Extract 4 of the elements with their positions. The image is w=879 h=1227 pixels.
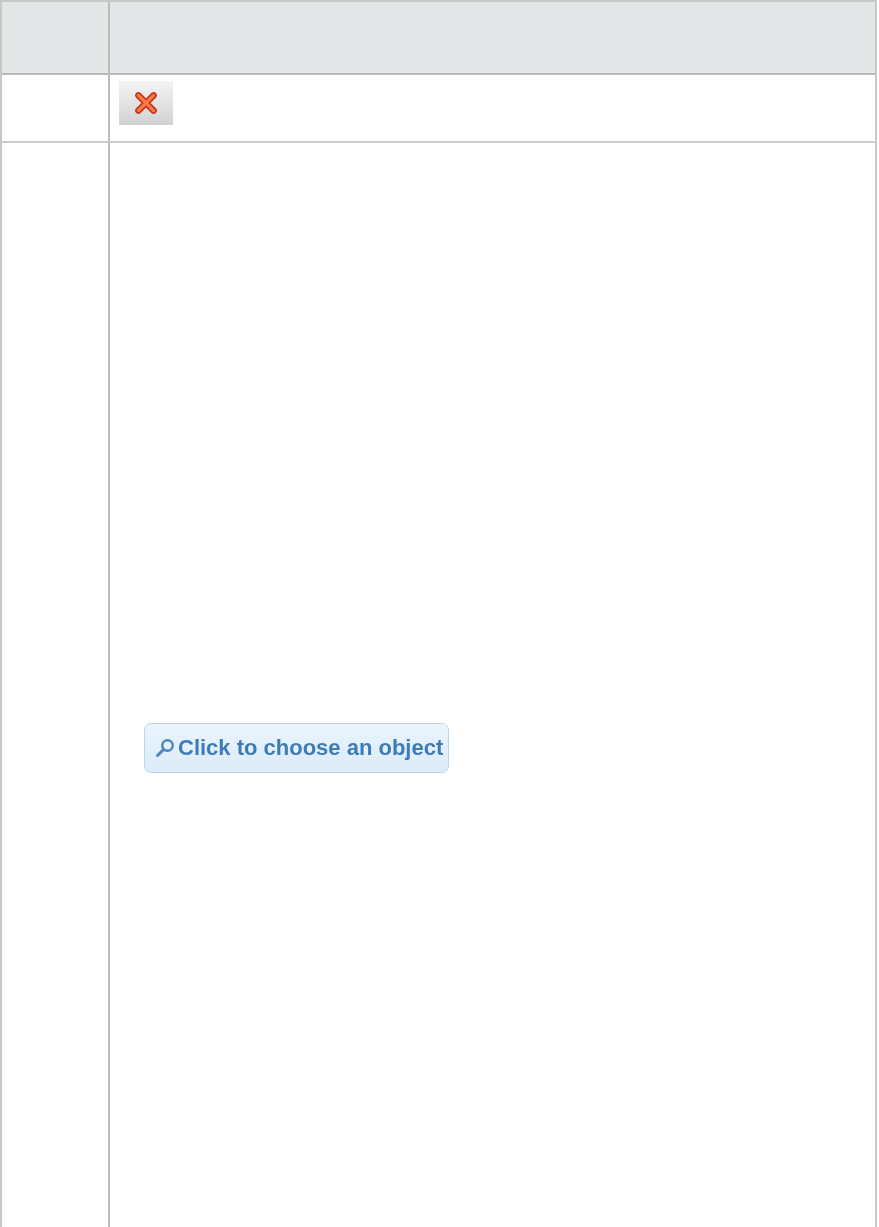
close-icon xyxy=(133,90,159,116)
delete-button[interactable] xyxy=(119,81,173,125)
choose-object-button[interactable]: Click to choose an object xyxy=(144,723,450,773)
search-icon xyxy=(155,738,175,758)
